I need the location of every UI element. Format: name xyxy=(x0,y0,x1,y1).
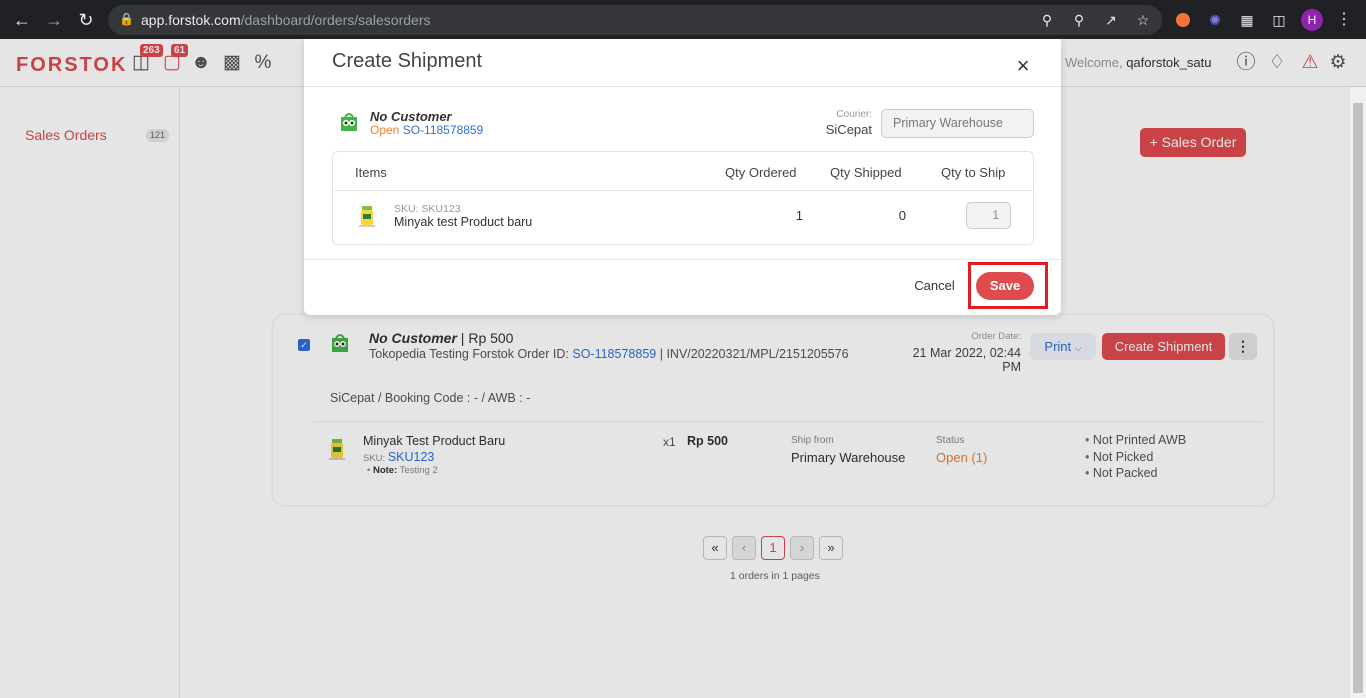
zoom-icon[interactable]: ⚲ xyxy=(1070,11,1088,29)
puzzle-icon[interactable]: ▦ xyxy=(1238,11,1256,29)
scrollbar[interactable] xyxy=(1350,87,1366,698)
modal-order-status: Open SO-118578859 xyxy=(370,123,484,137)
qty-ordered: 1 xyxy=(795,208,803,223)
extension-blue-icon[interactable]: ✺ xyxy=(1206,11,1224,29)
browser-chrome: ← → ↻ 🔒 app.forstok.com/dashboard/orders… xyxy=(0,0,1366,39)
warehouse-field[interactable]: Primary Warehouse xyxy=(881,109,1034,138)
courier-value: SiCepat xyxy=(825,122,872,137)
modal-item-sku: SKU: SKU123 xyxy=(394,203,461,215)
star-icon[interactable]: ☆ xyxy=(1134,11,1152,29)
share-icon[interactable]: ↗ xyxy=(1102,11,1120,29)
modal-item-name: Minyak test Product baru xyxy=(394,215,533,229)
divider xyxy=(333,190,1033,191)
tokopedia-icon xyxy=(341,113,357,131)
courier-label: Courier: xyxy=(836,109,872,120)
divider xyxy=(304,259,1061,260)
key-icon[interactable]: ⚲ xyxy=(1038,11,1056,29)
extension-orange-icon[interactable] xyxy=(1174,11,1192,29)
save-highlight-box xyxy=(968,262,1048,309)
modal-title: Create Shipment xyxy=(332,50,483,72)
close-icon[interactable]: × xyxy=(1011,54,1035,78)
forward-arrow-icon[interactable]: → xyxy=(44,10,64,30)
address-bar[interactable]: 🔒 app.forstok.com/dashboard/orders/sales… xyxy=(108,5,1162,35)
lock-icon: 🔒 xyxy=(119,12,134,26)
cancel-button[interactable]: Cancel xyxy=(900,272,969,300)
kebab-menu-icon[interactable]: ⋮ xyxy=(1335,11,1353,29)
url-text: app.forstok.com/dashboard/orders/salesor… xyxy=(141,12,431,28)
modal-customer: No Customer xyxy=(370,109,452,124)
qty-shipped: 0 xyxy=(898,208,906,223)
back-arrow-icon[interactable]: ← xyxy=(12,10,32,30)
column-header: Items xyxy=(355,165,387,180)
qty-to-ship-input[interactable]: 1 xyxy=(966,202,1011,229)
shipment-items-table: Items Qty Ordered Qty Shipped Qty to Shi… xyxy=(332,151,1034,245)
reload-icon[interactable]: ↻ xyxy=(76,10,96,30)
sidepanel-icon[interactable]: ◫ xyxy=(1270,11,1288,29)
app-page: FORSTOK ◫ 263 ▢ 61 ☻ ▩ % Welcome, qafors… xyxy=(0,39,1366,698)
column-header: Qty Ordered xyxy=(725,165,797,180)
column-header: Qty to Ship xyxy=(941,165,1006,180)
column-header: Qty Shipped xyxy=(830,165,902,180)
scroll-thumb[interactable] xyxy=(1353,103,1363,693)
divider xyxy=(304,86,1061,87)
modal-order-id-link[interactable]: SO-118578859 xyxy=(403,123,484,137)
profile-avatar[interactable]: H xyxy=(1301,9,1323,31)
create-shipment-modal: Create Shipment × No Customer Open SO-11… xyxy=(304,39,1061,315)
product-thumbnail xyxy=(359,206,375,227)
